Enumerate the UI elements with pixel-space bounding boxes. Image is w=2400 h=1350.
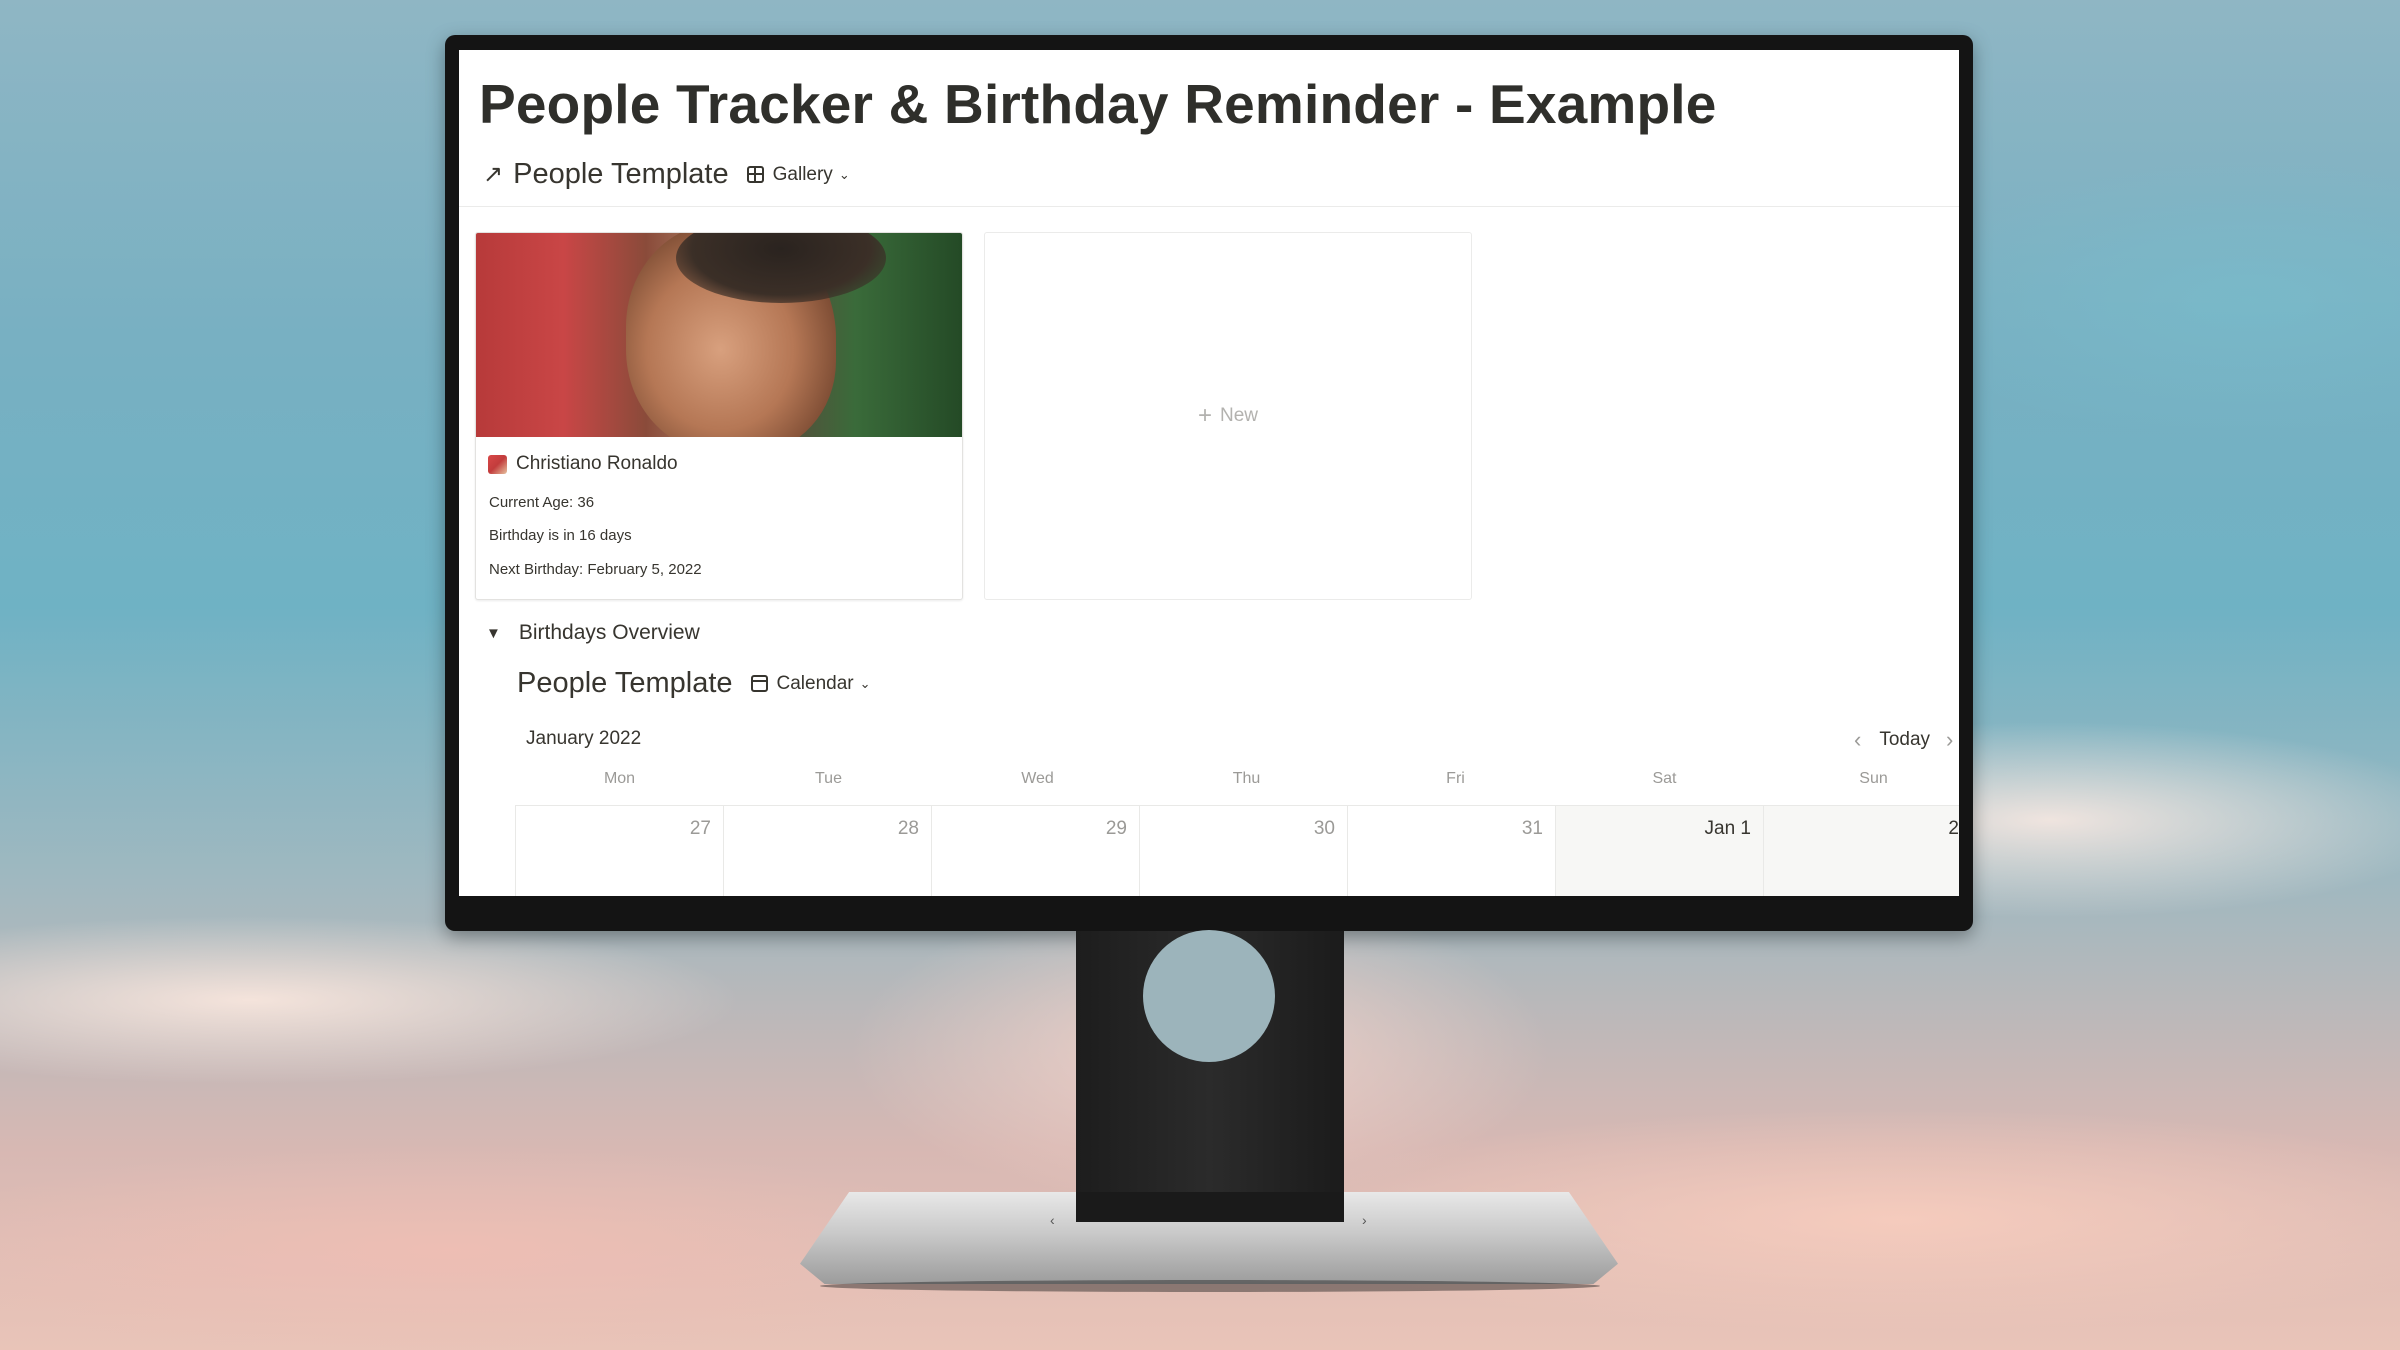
calendar-icon (750, 675, 768, 692)
weekday-label: Thu (1232, 770, 1261, 787)
triangle-down-icon[interactable]: ▼ (486, 625, 501, 642)
gallery-view-switcher[interactable]: Gallery ⌄ (746, 163, 850, 186)
weekday-header-row: Mon Tue Wed Thu Fri Sat Sun (515, 765, 1959, 806)
calendar-day-cell[interactable]: 30 (1139, 806, 1347, 896)
gallery-db-title[interactable]: People Template (513, 158, 729, 191)
weekday-label: Fri (1446, 770, 1465, 787)
weekday-label: Tue (815, 770, 842, 787)
gallery-view-label: Gallery (772, 163, 833, 185)
weekday-label: Sun (1859, 770, 1888, 787)
toggle-label: Birthdays Overview (518, 621, 700, 644)
chevron-down-icon: ⌄ (838, 166, 850, 182)
notion-page: People Tracker & Birthday Reminder - Exa… (459, 50, 1959, 896)
chevron-down-icon: ⌄ (859, 675, 871, 691)
calendar-nav: ‹ Today › (1854, 727, 1959, 753)
calendar-day-cell[interactable]: 27 (515, 806, 723, 896)
calendar-day-cell[interactable]: 29 (931, 806, 1139, 896)
plus-icon: + (1197, 402, 1212, 429)
gallery-icon (746, 166, 764, 183)
gallery-view-header: ↗ People Template Gallery ⌄ (483, 158, 850, 191)
chevron-right-icon[interactable]: › (1946, 727, 1953, 753)
new-card-button[interactable]: + New (984, 232, 1472, 600)
today-button[interactable]: Today (1879, 729, 1930, 751)
calendar-grid: Mon Tue Wed Thu Fri Sat Sun 27 28 29 30 … (515, 765, 1959, 896)
divider (459, 206, 1959, 207)
calendar-day-cell[interactable]: 2 (1763, 806, 1959, 896)
weekday-label: Sat (1652, 770, 1677, 787)
calendar-day-cell[interactable]: Jan 1 (1555, 806, 1763, 896)
person-photo-icon (488, 454, 507, 474)
card-cover-image (476, 233, 962, 437)
calendar-day-cell[interactable]: 31 (1347, 806, 1555, 896)
card-property-next-birthday: Next Birthday: February 5, 2022 (489, 561, 702, 578)
new-card-label: New (1220, 405, 1259, 426)
card-name-text: Christiano Ronaldo (516, 453, 678, 474)
base-detail-left: ‹ (1050, 1212, 1055, 1228)
calendar-day-cell[interactable]: 28 (723, 806, 931, 896)
calendar-db-title[interactable]: People Template (517, 667, 733, 700)
weekday-label: Wed (1021, 770, 1054, 787)
calendar-view-header: People Template Calendar ⌄ (517, 667, 871, 700)
calendar-view-switcher[interactable]: Calendar ⌄ (750, 672, 871, 695)
card-property-age: Current Age: 36 (489, 494, 595, 511)
gallery-card[interactable]: Christiano Ronaldo Current Age: 36 Birth… (475, 232, 963, 600)
page-title: People Tracker & Birthday Reminder - Exa… (479, 73, 1717, 135)
monitor-bezel: People Tracker & Birthday Reminder - Exa… (445, 35, 1973, 931)
birthdays-overview-toggle[interactable]: ▼ Birthdays Overview (486, 621, 700, 645)
chevron-left-icon[interactable]: ‹ (1854, 727, 1861, 753)
calendar-week-row: 27 28 29 30 31 Jan 1 2 (515, 806, 1959, 896)
card-property-birthday-countdown: Birthday is in 16 days (489, 527, 632, 544)
weekday-label: Mon (603, 770, 636, 787)
card-title[interactable]: Christiano Ronaldo (488, 453, 678, 475)
monitor-stand-collar (1076, 1192, 1344, 1222)
monitor-stand-shadow (820, 1280, 1600, 1292)
monitor-stand-cable-hole (1143, 930, 1275, 1062)
arrow-up-right-icon[interactable]: ↗ (483, 160, 503, 189)
base-detail-right: › (1362, 1212, 1367, 1228)
calendar-view-label: Calendar (776, 672, 854, 694)
calendar-month-label: January 2022 (526, 728, 642, 749)
